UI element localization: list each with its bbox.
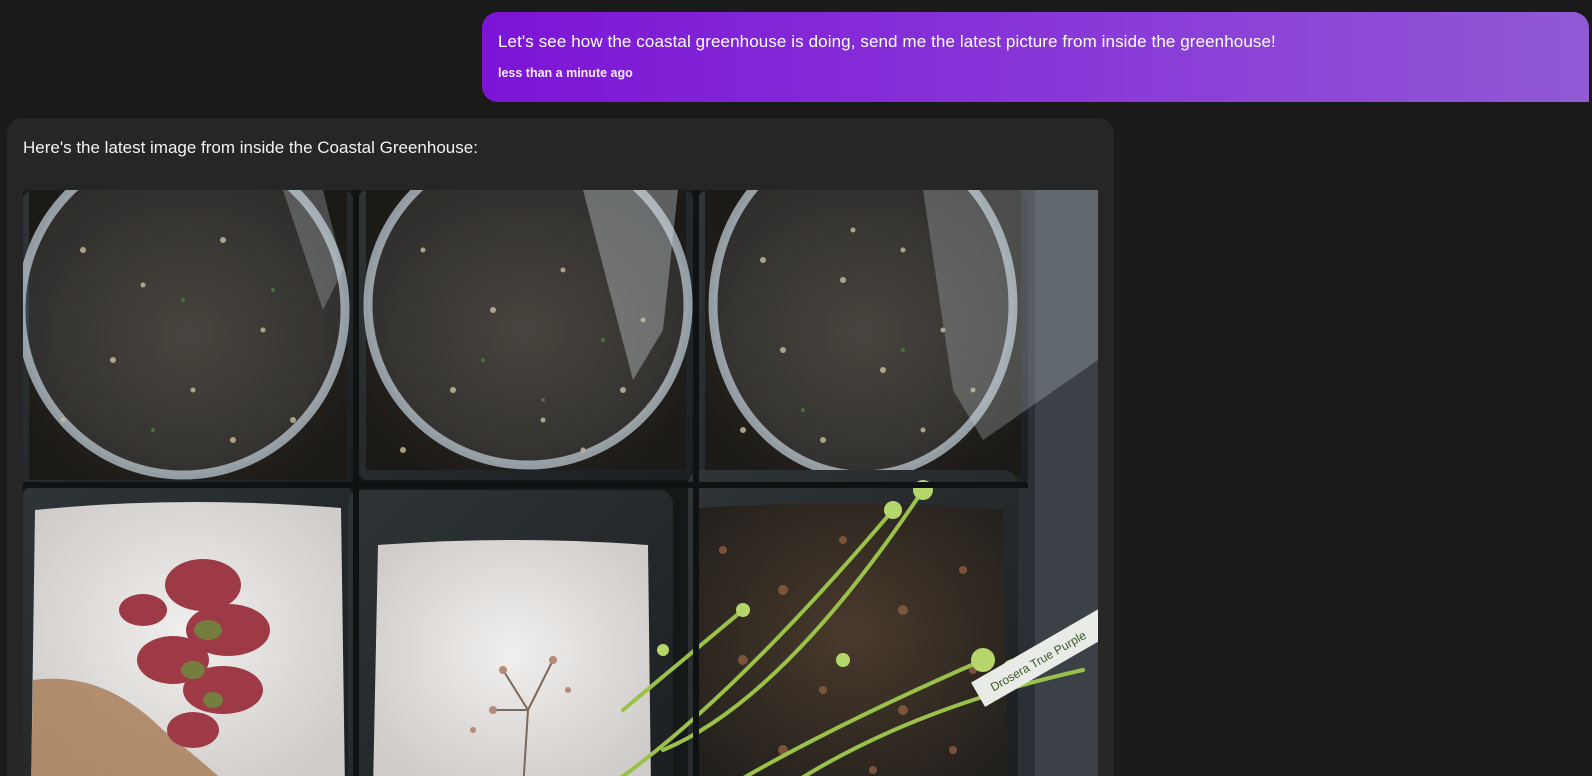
message-timestamp: less than a minute ago <box>498 66 633 80</box>
user-message-text: Let's see how the coastal greenhouse is … <box>498 32 1276 51</box>
user-message-bubble: Let's see how the coastal greenhouse is … <box>482 12 1589 102</box>
assistant-message-bubble: Here's the latest image from inside the … <box>7 118 1114 776</box>
chat-window: Let's see how the coastal greenhouse is … <box>0 0 1592 776</box>
greenhouse-photo[interactable]: Drosera True Purple <box>23 190 1098 776</box>
greenhouse-photo-illustration: Drosera True Purple <box>23 190 1098 776</box>
assistant-message-text: Here's the latest image from inside the … <box>23 138 478 157</box>
